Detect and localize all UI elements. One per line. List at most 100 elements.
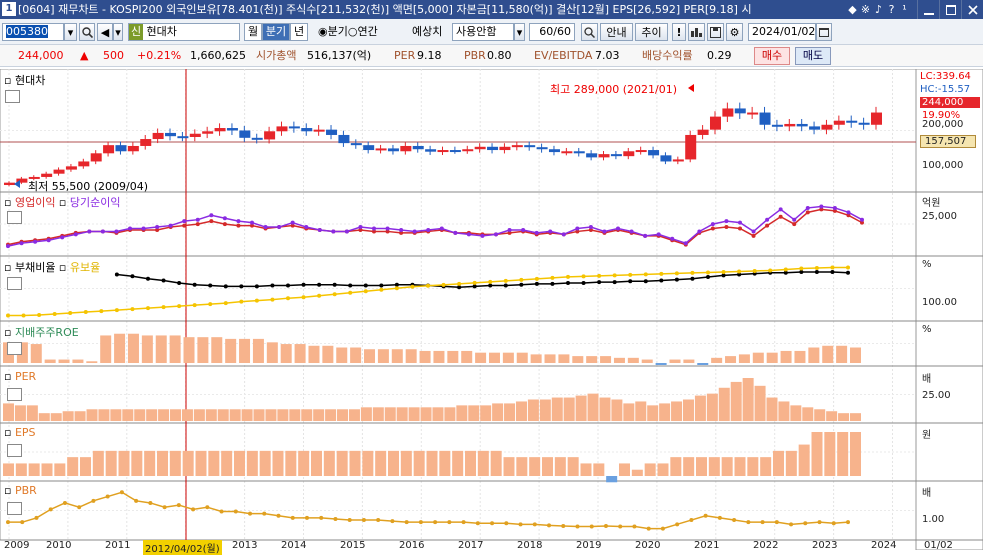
net-profit-point	[846, 210, 851, 215]
stock-code-input[interactable]: 005380	[2, 23, 64, 41]
radio-quarter-label[interactable]: 분기	[328, 25, 348, 38]
roe-bar	[405, 349, 417, 363]
count-field[interactable]: 60/60	[529, 23, 575, 41]
panel-pbr-menu-icon[interactable]	[7, 502, 22, 515]
sell-button[interactable]: 매도	[795, 47, 831, 65]
bar-chart-icon[interactable]	[688, 23, 705, 41]
tab-quarter[interactable]: 분기	[262, 23, 290, 41]
reserve-ratio-point	[488, 279, 493, 284]
pbr-point	[689, 518, 694, 523]
tab-month[interactable]: 월	[244, 23, 262, 41]
guide-button[interactable]: 안내	[600, 23, 633, 41]
scale-current-price: 244,000	[920, 97, 980, 108]
panel-eps-menu-icon[interactable]	[7, 444, 22, 457]
panel-price-menu-icon[interactable]	[5, 90, 20, 103]
forecast-select[interactable]: 사용안함	[452, 23, 514, 41]
roe-bar	[419, 350, 431, 363]
pbr-point	[290, 515, 295, 520]
save-icon[interactable]	[707, 23, 724, 41]
speaker-dropdown-icon[interactable]: ▾	[113, 23, 123, 41]
net-profit-point	[114, 229, 119, 234]
candle-body	[140, 139, 152, 146]
link-icon[interactable]: ※	[859, 0, 872, 19]
zoom-icon[interactable]	[581, 23, 598, 41]
per-bar	[587, 393, 599, 421]
window-title: [0604] 재무차트 - KOSPI200 외국인보유[78.401(천)] …	[18, 3, 752, 16]
debt-ratio-point	[286, 283, 290, 288]
net-profit-point	[399, 227, 404, 232]
roe-label: 지배주주ROE	[14, 326, 79, 339]
gear-icon[interactable]: ⚙	[726, 23, 743, 41]
roe-bar	[711, 357, 723, 363]
per-bar	[838, 413, 850, 421]
candle-body	[462, 149, 474, 152]
per-bar	[146, 409, 158, 421]
change-rate: +0.21%	[137, 49, 182, 62]
forecast-dropdown-icon[interactable]: ▾	[514, 23, 525, 41]
eps-bar	[272, 450, 284, 476]
eps-bar	[375, 450, 387, 476]
date-input[interactable]: 2024/01/02	[748, 23, 816, 41]
roe-bar	[794, 350, 806, 363]
roe-bar	[752, 352, 764, 363]
reserve-ratio-point	[6, 313, 10, 318]
panel-eps-title: ▫ EPS	[4, 426, 36, 439]
roe-bar	[475, 352, 487, 363]
tab-year[interactable]: 년	[290, 23, 308, 41]
radio-quarter-icon[interactable]: ◉	[318, 25, 328, 38]
net-profit-point	[588, 225, 593, 230]
net-profit-point	[168, 223, 173, 228]
per-panel-label: PER	[14, 370, 37, 383]
candle-body	[251, 137, 263, 140]
roe-bar	[836, 345, 848, 363]
per-bar	[706, 393, 718, 421]
tip-icon[interactable]: ¹	[898, 0, 911, 19]
debt-ratio-point	[503, 283, 508, 288]
per-bar	[730, 381, 742, 421]
search-icon[interactable]	[79, 23, 95, 41]
trend-button[interactable]: 추이	[635, 23, 668, 41]
per-bar	[826, 411, 838, 421]
roe-bar	[600, 356, 612, 363]
eps-bar	[798, 444, 810, 476]
alert-icon[interactable]: !	[672, 23, 686, 41]
stock-name-field[interactable]: 신 현대차	[128, 23, 240, 41]
panel-price-name: 현대차	[14, 74, 46, 87]
scale-reference: 157,507	[920, 135, 976, 148]
roe-bar	[350, 347, 362, 363]
panel-roe-menu-icon[interactable]	[7, 342, 22, 355]
panel-debt-menu-icon[interactable]	[7, 277, 22, 290]
pin-icon[interactable]: ◆	[846, 0, 859, 19]
panel-profit-menu-icon[interactable]	[7, 211, 22, 224]
eps-bar	[657, 463, 669, 476]
help-icon[interactable]: ?	[885, 0, 898, 19]
calendar-icon[interactable]	[816, 23, 832, 41]
period-radio-group: ◉분기○연간	[318, 23, 378, 41]
candle-body	[672, 159, 684, 162]
buy-button[interactable]: 매수	[754, 47, 790, 65]
eps-bar	[606, 476, 618, 483]
scale-unit-profit: 억원	[922, 198, 941, 209]
sound-icon[interactable]: ♪	[872, 0, 885, 19]
candle-body	[796, 123, 808, 127]
candle-body	[301, 128, 313, 132]
speaker-icon[interactable]: ◀	[97, 23, 113, 41]
per-bar	[122, 409, 134, 421]
eps-bar	[503, 457, 515, 476]
debt-ratio-point	[846, 270, 850, 275]
code-dropdown-icon[interactable]: ▾	[64, 23, 77, 41]
financial-chart[interactable]	[0, 69, 983, 550]
close-icon[interactable]	[961, 0, 983, 19]
debt-ratio-point	[814, 269, 819, 274]
candle-body	[771, 124, 783, 127]
x-tick: 2014	[281, 540, 307, 551]
radio-annual-label[interactable]: 연간	[357, 25, 377, 38]
reserve-ratio-point	[114, 308, 119, 313]
maximize-icon[interactable]	[939, 0, 961, 19]
eps-bar	[362, 450, 374, 476]
pbr-point	[48, 507, 53, 512]
panel-per-menu-icon[interactable]	[7, 388, 22, 401]
pbr-point	[717, 515, 722, 520]
pbr-panel-label: PBR	[14, 484, 37, 497]
minimize-icon[interactable]	[917, 0, 939, 19]
